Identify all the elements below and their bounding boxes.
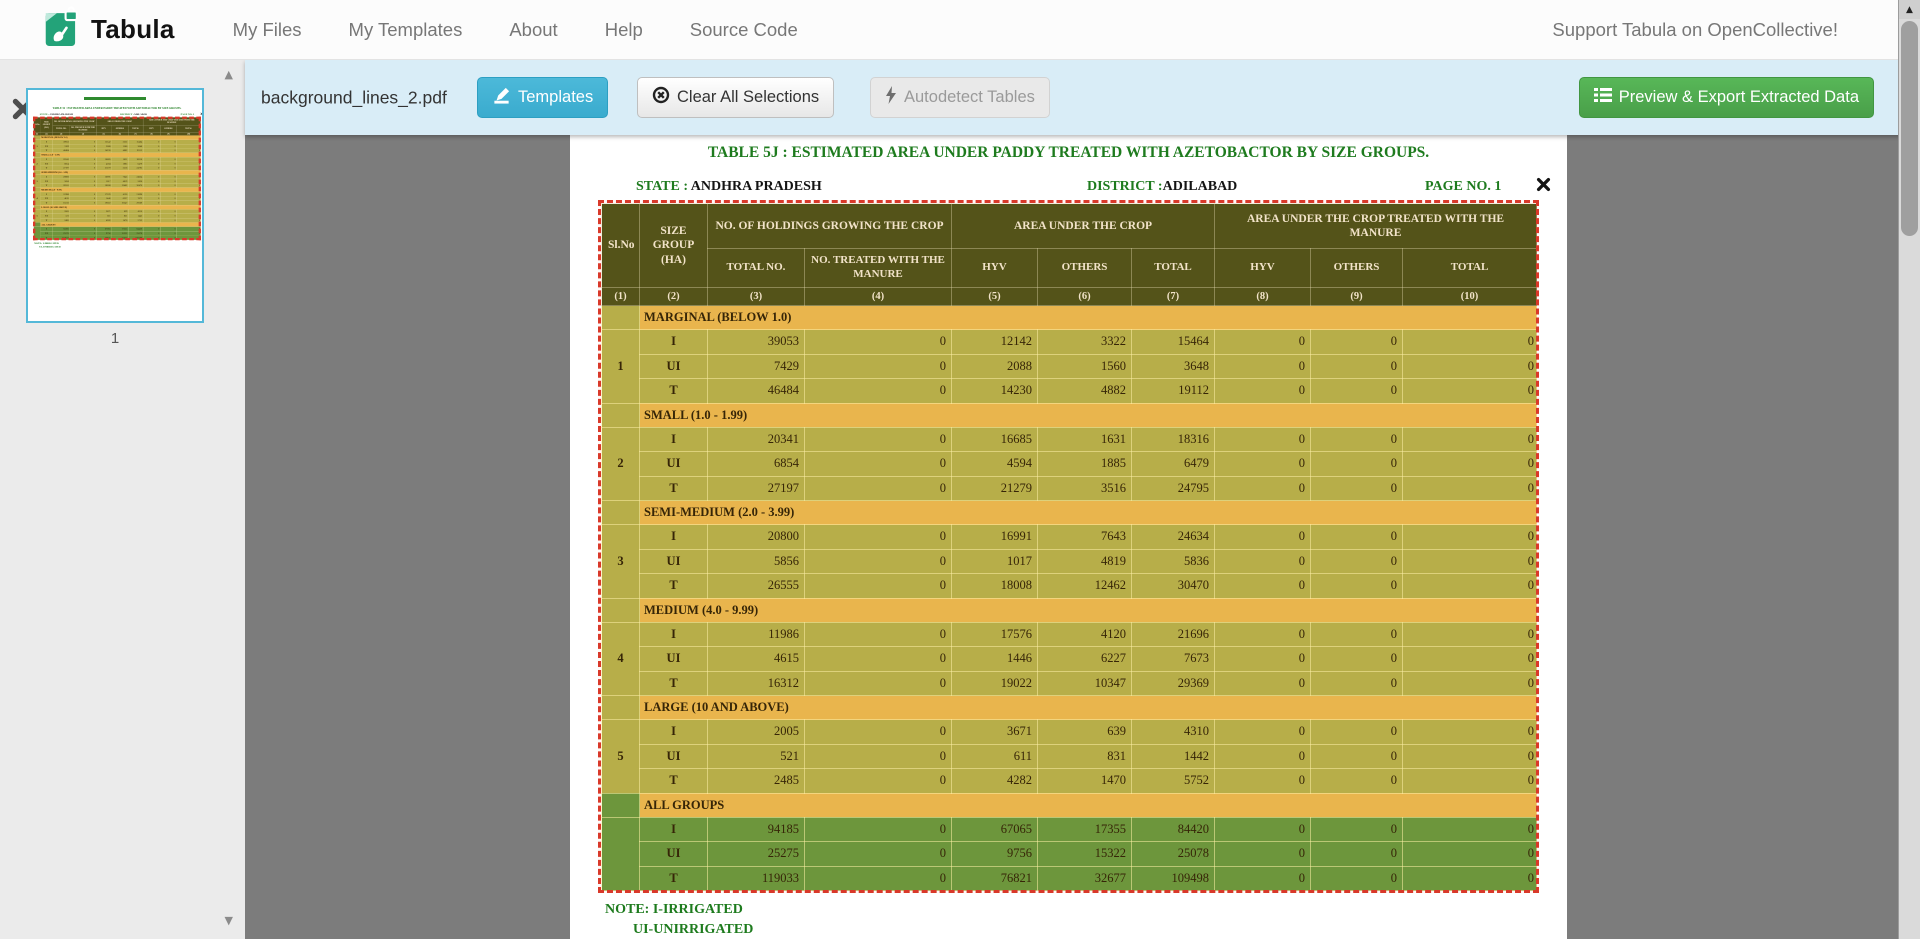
autodetect-tables-button[interactable]: Autodetect Tables — [870, 77, 1050, 118]
thumbnail-page-number: 1 — [26, 330, 204, 347]
clear-all-selections-button[interactable]: Clear All Selections — [637, 77, 834, 118]
selection-region[interactable] — [598, 200, 1539, 893]
page-thumbnail[interactable]: TABLE 5J : ESTIMATED AREA UNDER PADDY TR… — [26, 88, 204, 323]
table-list-icon — [1594, 87, 1612, 108]
nav-menu: My Files My Templates About Help Source … — [233, 19, 798, 41]
nav-item-my-templates[interactable]: My Templates — [349, 19, 463, 41]
page-no-line: PAGE NO. 1 — [1425, 179, 1501, 195]
nav-item-help[interactable]: Help — [605, 19, 643, 41]
brand-name: Tabula — [91, 14, 175, 45]
save-template-icon — [492, 86, 511, 110]
scrollbar-thumb[interactable] — [1901, 21, 1918, 236]
content-area: TABLE 5J : ESTIMATED AREA UNDER PADDY TR… — [0, 60, 1920, 939]
toolbar: background_lines_2.pdf Templates — [245, 60, 1920, 135]
top-nav: Tabula My Files My Templates About Help … — [0, 0, 1920, 60]
selection-close-icon[interactable] — [1536, 177, 1551, 197]
support-link[interactable]: Support Tabula on OpenCollective! — [1552, 19, 1920, 41]
lightning-icon — [885, 86, 897, 109]
nav-item-my-files[interactable]: My Files — [233, 19, 302, 41]
circle-x-icon — [652, 86, 670, 109]
pdf-page: TABLE 5J : ESTIMATED AREA UNDER PADDY TR… — [28, 105, 202, 321]
preview-export-button[interactable]: Preview & Export Extracted Data — [1579, 77, 1874, 118]
document-title: TABLE 5J : ESTIMATED AREA UNDER PADDY TR… — [570, 144, 1567, 162]
state-line: STATE : ANDHRA PRADESH — [636, 179, 822, 195]
document-filename: background_lines_2.pdf — [261, 87, 447, 108]
document-note: NOTE: I-IRRIGATED UI-UNIRRIGATED — [605, 900, 753, 939]
nav-item-source-code[interactable]: Source Code — [690, 19, 798, 41]
scrollbar-up-icon[interactable]: ▲ — [1899, 0, 1920, 19]
page-thumbnail-preview: TABLE 5J : ESTIMATED AREA UNDER PADDY TR… — [28, 90, 202, 321]
pdf-viewer: TABLE 5J : ESTIMATED AREA UNDER PADDY TR… — [245, 135, 1920, 939]
nav-item-about[interactable]: About — [509, 19, 557, 41]
pdf-page: TABLE 5J : ESTIMATED AREA UNDER PADDY TR… — [570, 135, 1567, 939]
tabula-logo-icon — [44, 5, 82, 54]
window-scrollbar[interactable]: ▲ — [1898, 0, 1920, 939]
templates-button[interactable]: Templates — [477, 77, 608, 118]
district-line: DISTRICT :ADILABAD — [1087, 179, 1237, 195]
tabula-brand[interactable]: Tabula — [44, 5, 175, 54]
sidebar-scroll-down-icon[interactable]: ▼ — [225, 914, 233, 927]
pages-sidebar: TABLE 5J : ESTIMATED AREA UNDER PADDY TR… — [0, 60, 245, 939]
main-panel: background_lines_2.pdf Templates — [245, 60, 1920, 939]
sidebar-scroll-up-icon[interactable]: ▲ — [225, 68, 233, 81]
